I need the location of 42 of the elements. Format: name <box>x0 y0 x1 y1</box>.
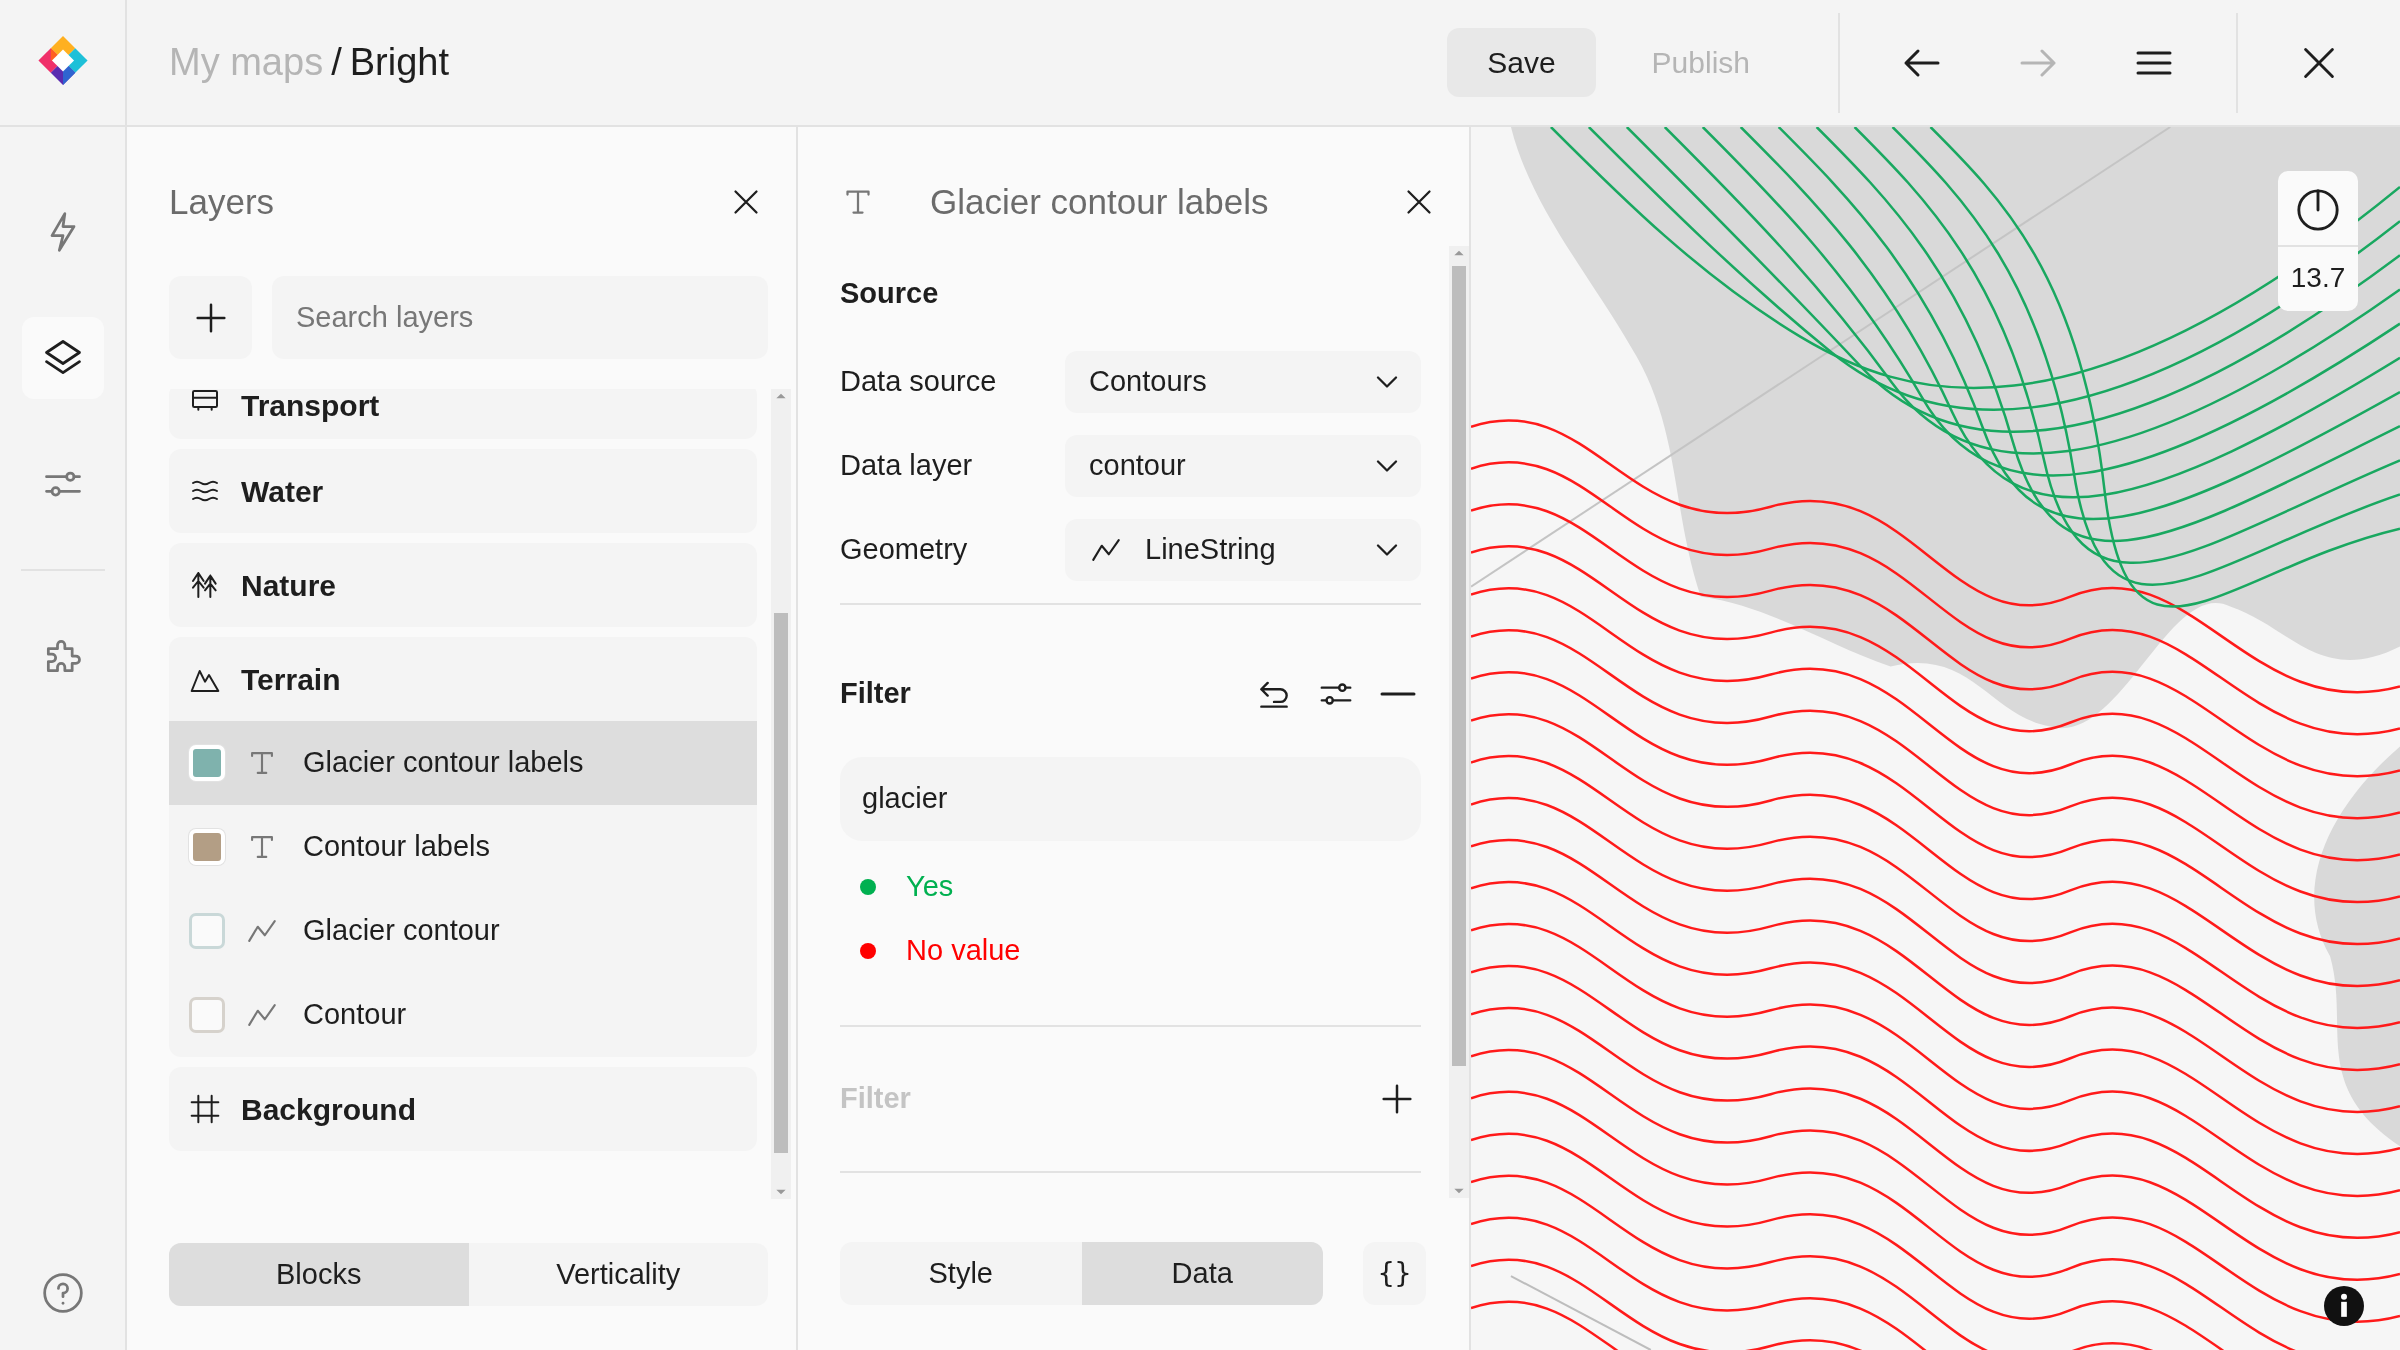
breadcrumb-separator: / <box>331 40 342 85</box>
chevron-icon <box>1375 375 1399 388</box>
scrollbar-thumb[interactable] <box>774 613 788 1153</box>
filter-expression-field[interactable]: glacier <box>840 756 1421 841</box>
help-icon <box>40 1271 85 1315</box>
select-field[interactable]: LineString <box>1065 518 1421 581</box>
field-label: Data layer <box>840 448 974 484</box>
info-icon[interactable] <box>2324 1286 2364 1326</box>
layer-group[interactable]: Transport <box>169 389 757 439</box>
panel-title: Layers <box>169 180 276 223</box>
code-button[interactable]: {} <box>1363 1242 1426 1305</box>
view-tab[interactable]: Verticality <box>468 1243 768 1306</box>
layer-group[interactable]: Water <box>169 449 757 533</box>
layer-group[interactable]: Nature <box>169 543 757 627</box>
layers-tab[interactable] <box>21 317 104 399</box>
layer-item[interactable]: Contour labels <box>169 805 757 889</box>
filter-result: No value <box>906 933 1021 969</box>
frame-icon <box>189 1093 221 1125</box>
view-tab[interactable]: Blocks <box>169 1243 469 1306</box>
section-title: Source <box>840 276 940 311</box>
filter-result: Yes <box>906 869 954 905</box>
layer-item[interactable]: Glacier contour <box>169 889 757 973</box>
minus-icon <box>1379 691 1417 696</box>
select-field[interactable]: Contours <box>1065 350 1421 413</box>
scrollbar-thumb[interactable] <box>1452 266 1466 1066</box>
field-label: Geometry <box>840 532 969 568</box>
chevron-icon <box>1375 543 1399 556</box>
select-field[interactable]: contour <box>1065 434 1421 497</box>
layer-group[interactable]: Background <box>169 1067 757 1151</box>
layer-item[interactable]: Glacier contour labels <box>169 721 757 805</box>
layer-group[interactable]: Terrain <box>169 637 757 721</box>
toolbar-button[interactable]: Save <box>1447 28 1596 97</box>
map-title: Bright <box>349 40 449 85</box>
panel-title: Glacier contour labels <box>930 180 1270 223</box>
editor-tab[interactable]: Data <box>1081 1242 1323 1305</box>
section-title: Filter <box>840 676 912 712</box>
layer-item[interactable]: Contour <box>169 973 757 1057</box>
search-field[interactable]: Search layers <box>272 276 768 359</box>
field-label: Data source <box>840 364 998 400</box>
zoom-level: 13.7 <box>2290 261 2346 295</box>
editor-tab[interactable]: Style <box>840 1242 1082 1305</box>
chevron-icon <box>1375 459 1399 472</box>
